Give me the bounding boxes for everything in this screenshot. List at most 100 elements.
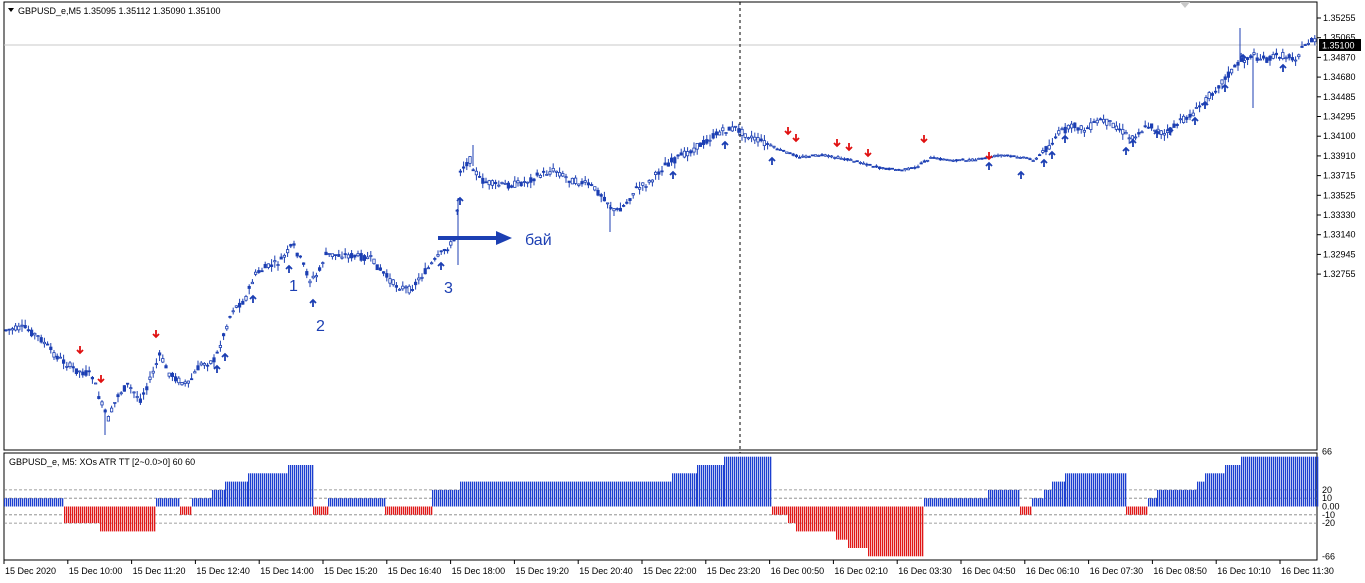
indicator-bar <box>616 481 618 507</box>
indicator-bar <box>824 506 826 532</box>
candle-body <box>654 171 658 175</box>
indicator-bar <box>368 498 370 507</box>
candle-body <box>894 169 898 171</box>
candle-body <box>353 254 357 258</box>
indicator-bar <box>798 506 800 532</box>
indicator-bar <box>636 481 638 507</box>
indicator-bar <box>198 498 200 507</box>
indicator-bar <box>800 506 802 532</box>
candle-body <box>980 157 984 160</box>
indicator-bar <box>1032 498 1034 507</box>
candle-body <box>116 394 120 398</box>
candle-body <box>743 133 747 138</box>
indicator-bar <box>598 481 600 507</box>
indicator-bar <box>870 506 872 557</box>
indicator-bar <box>670 481 672 507</box>
indicator-bar <box>1267 456 1269 507</box>
indicator-level-label: -66 <box>1322 551 1335 561</box>
candle-body <box>1018 156 1023 159</box>
candle-body <box>970 158 975 162</box>
candle-body <box>708 139 712 142</box>
indicator-bar <box>1175 489 1177 507</box>
indicator-bar <box>680 473 682 507</box>
indicator-bar <box>170 498 172 507</box>
candle-body <box>122 385 126 392</box>
indicator-bar <box>334 498 336 507</box>
indicator-bar <box>1085 473 1087 507</box>
indicator-bar <box>58 498 60 507</box>
candle-body <box>1121 129 1125 135</box>
candle-body <box>586 182 591 186</box>
indicator-bar <box>620 481 622 507</box>
candle-body <box>881 167 885 169</box>
indicator-bar <box>6 498 8 507</box>
indicator-bar <box>100 506 102 532</box>
indicator-bar <box>942 498 944 507</box>
candle-body <box>964 160 968 163</box>
indicator-bar <box>1020 506 1022 515</box>
indicator-bar <box>1251 456 1253 507</box>
candle-body <box>1111 122 1115 129</box>
indicator-bar <box>856 506 858 548</box>
candle-body <box>1092 121 1096 123</box>
candle-body <box>423 268 427 275</box>
indicator-bar <box>1113 473 1115 507</box>
indicator-bar <box>1000 489 1002 507</box>
indicator-bar <box>360 498 362 507</box>
indicator-bar <box>632 481 634 507</box>
indicator-bar <box>276 473 278 507</box>
candle-body <box>1143 125 1147 128</box>
indicator-bar <box>1303 456 1305 507</box>
main-chart-frame[interactable] <box>3 1 1318 451</box>
candle-body <box>798 156 802 159</box>
indicator-bar <box>419 506 421 515</box>
candle-body <box>36 335 40 338</box>
indicator-bar <box>602 481 604 507</box>
indicator-bar <box>701 465 703 507</box>
indicator-bar <box>188 506 190 515</box>
indicator-bar <box>405 506 407 515</box>
indicator-bar <box>124 506 126 532</box>
candle-body <box>1153 129 1157 132</box>
indicator-bar <box>540 481 542 507</box>
indicator-bar <box>1097 473 1099 507</box>
indicator-bar <box>1185 489 1187 507</box>
candle-body <box>766 143 770 145</box>
candle-body <box>1230 68 1234 74</box>
indicator-bar <box>164 498 166 507</box>
indicator-bar <box>376 498 378 507</box>
candle-body <box>404 286 408 289</box>
candle-body <box>977 157 981 160</box>
candle-body <box>673 157 677 164</box>
indicator-bar <box>327 506 329 515</box>
indicator-bar <box>300 465 302 507</box>
indicator-bar <box>928 498 930 507</box>
candle-body <box>807 156 811 158</box>
indicator-bar <box>24 498 26 507</box>
candle-body <box>42 341 47 345</box>
candle-body <box>641 182 645 186</box>
indicator-bar <box>1279 456 1281 507</box>
indicator-bar <box>202 498 204 507</box>
indicator-bar <box>946 498 948 507</box>
indicator-bar <box>996 489 998 507</box>
indicator-bar <box>454 489 456 507</box>
indicator-bar <box>686 473 688 507</box>
indicator-bar <box>90 506 92 524</box>
candle-body <box>842 158 847 161</box>
indicator-bar <box>356 498 358 507</box>
indicator-bar <box>395 506 397 515</box>
candle-body <box>593 186 597 191</box>
candle-body <box>1236 61 1240 66</box>
indicator-bar <box>668 481 670 507</box>
candle-body <box>794 154 799 158</box>
candle-body <box>484 181 488 184</box>
indicator-bar <box>948 498 950 507</box>
candle-body <box>74 368 78 375</box>
candle-body <box>772 145 776 148</box>
indicator-bar <box>1119 473 1121 507</box>
candle-body <box>698 142 703 147</box>
candle-body <box>1194 107 1198 109</box>
candle-body <box>858 162 863 164</box>
indicator-bar <box>328 498 330 507</box>
